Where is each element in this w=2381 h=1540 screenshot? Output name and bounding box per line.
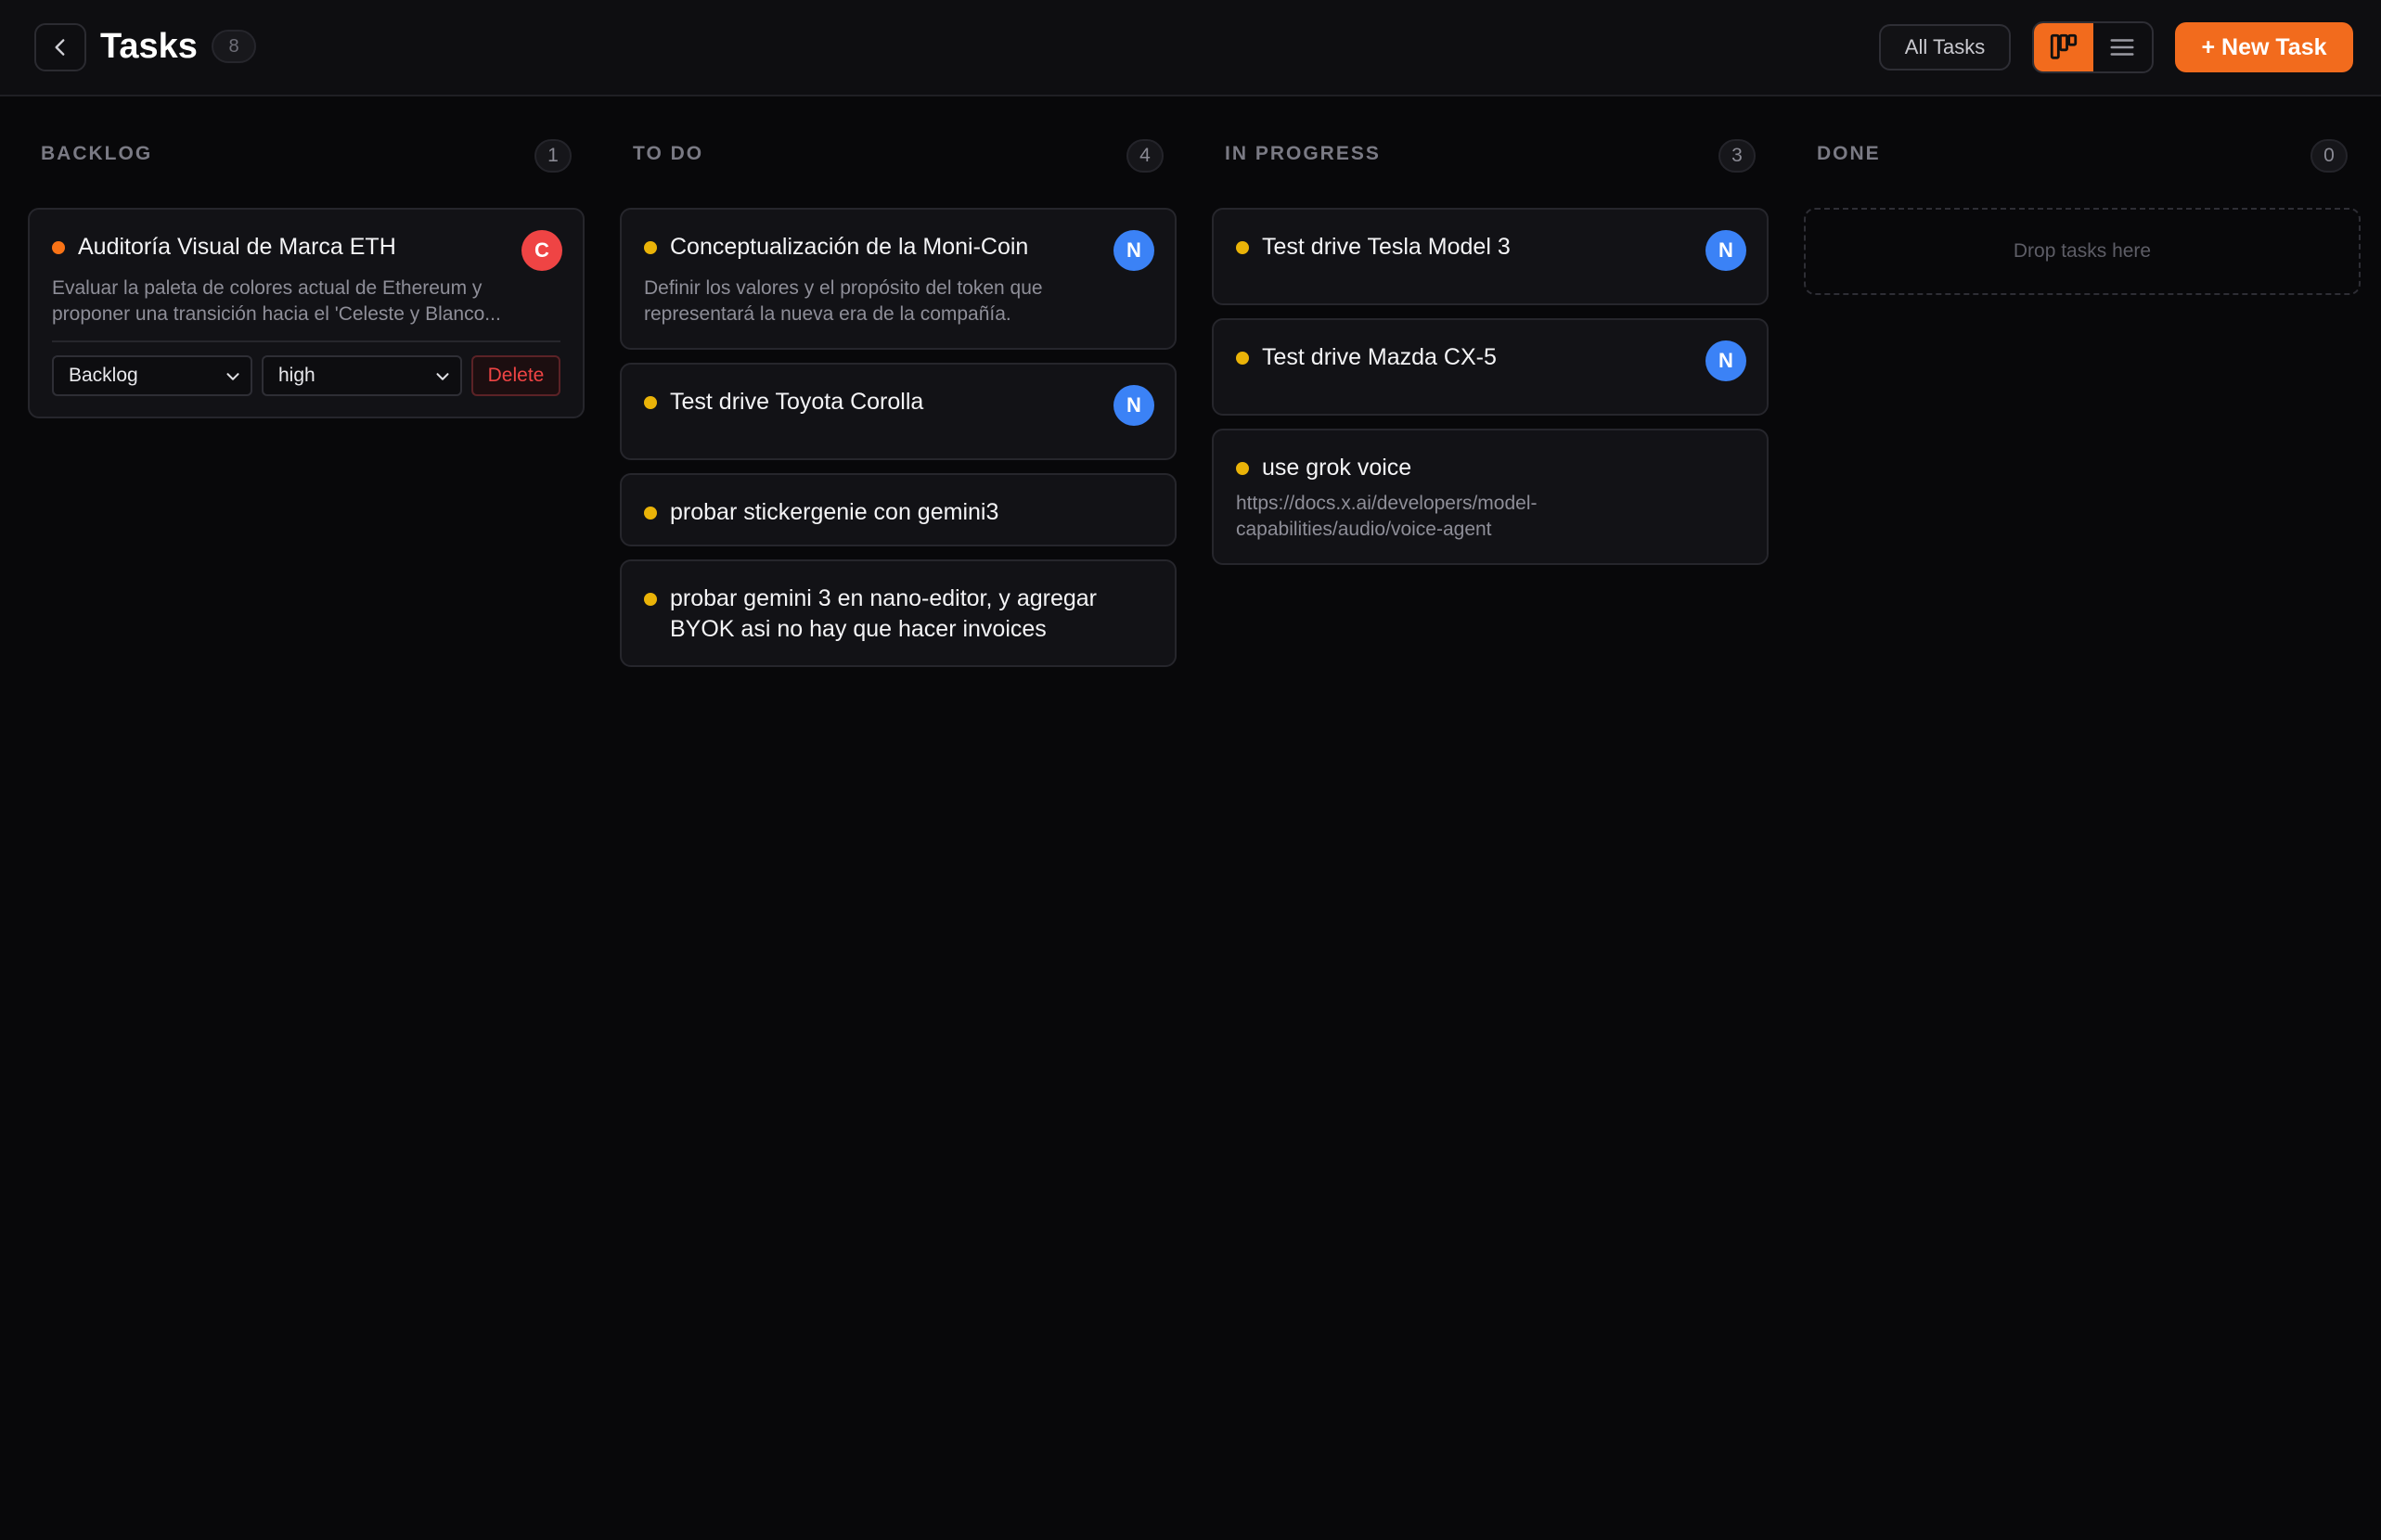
card-controls: Backlog high Delete xyxy=(52,355,560,396)
task-description-line: proponer una transición hacia el 'Celest… xyxy=(52,303,501,325)
task-card[interactable]: Auditoría Visual de Marca ETH C Evaluar … xyxy=(28,208,585,418)
column-count-badge: 0 xyxy=(2310,139,2348,173)
priority-select[interactable]: high xyxy=(262,355,462,396)
view-toggle xyxy=(2032,21,2154,73)
task-description: https://docs.x.ai/developers/model- capa… xyxy=(1236,491,1744,543)
task-description-line: https://docs.x.ai/developers/model- xyxy=(1236,493,1538,514)
column-header: BACKLOG 1 xyxy=(28,130,585,178)
task-card[interactable]: Test drive Mazda CX-5 N xyxy=(1212,318,1769,416)
avatar: C xyxy=(521,230,562,271)
task-title: probar gemini 3 en nano-editor, y agrega… xyxy=(670,584,1097,645)
all-tasks-button[interactable]: All Tasks xyxy=(1879,24,2011,71)
priority-select-value: high xyxy=(278,365,315,386)
column-count-badge: 3 xyxy=(1718,139,1756,173)
list-view-button[interactable] xyxy=(2093,23,2153,71)
task-card[interactable]: Conceptualización de la Moni-Coin N Defi… xyxy=(620,208,1177,350)
task-card[interactable]: probar stickergenie con gemini3 xyxy=(620,473,1177,546)
priority-dot xyxy=(1236,352,1249,365)
column-title: TO DO xyxy=(633,143,704,164)
priority-dot xyxy=(644,396,657,409)
column-title: DONE xyxy=(1817,143,1881,164)
avatar: N xyxy=(1705,230,1746,271)
priority-dot xyxy=(1236,241,1249,254)
card-list: Conceptualización de la Moni-Coin N Defi… xyxy=(620,208,1177,667)
drop-zone[interactable]: Drop tasks here xyxy=(1804,208,2361,295)
task-count-badge: 8 xyxy=(212,30,256,63)
task-title: Test drive Mazda CX-5 xyxy=(1262,344,1497,370)
avatar: N xyxy=(1705,340,1746,381)
top-bar: Tasks 8 All Tasks + New Task xyxy=(0,0,2381,96)
card-list: Test drive Tesla Model 3 N Test drive Ma… xyxy=(1212,208,1769,565)
status-select-value: Backlog xyxy=(69,365,138,386)
avatar: N xyxy=(1113,230,1154,271)
task-title-line: BYOK asi no hay que hacer invoices xyxy=(670,616,1047,642)
priority-dot xyxy=(644,593,657,606)
chevron-down-icon xyxy=(226,373,239,380)
task-title: Test drive Tesla Model 3 xyxy=(1262,234,1511,260)
delete-button[interactable]: Delete xyxy=(471,355,560,396)
back-button[interactable] xyxy=(34,23,86,71)
column-header: TO DO 4 xyxy=(620,130,1177,178)
column-todo: TO DO 4 Conceptualización de la Moni-Coi… xyxy=(620,130,1177,680)
kanban-icon xyxy=(2050,33,2077,59)
column-title: BACKLOG xyxy=(41,143,153,164)
task-description-line: representará la nueva era de la compañía… xyxy=(644,303,1011,325)
card-divider xyxy=(52,340,560,342)
column-done: DONE 0 Drop tasks here xyxy=(1804,130,2361,295)
task-card[interactable]: probar gemini 3 en nano-editor, y agrega… xyxy=(620,559,1177,667)
new-task-button[interactable]: + New Task xyxy=(2175,22,2353,72)
column-count-badge: 4 xyxy=(1126,139,1164,173)
column-title: IN PROGRESS xyxy=(1225,143,1381,164)
task-title: use grok voice xyxy=(1262,455,1412,481)
task-title: Test drive Toyota Corolla xyxy=(670,389,924,415)
chevron-left-icon xyxy=(55,39,65,56)
task-description-line: Evaluar la paleta de colores actual de E… xyxy=(52,277,483,299)
page-title: Tasks xyxy=(100,27,198,66)
task-title: probar stickergenie con gemini3 xyxy=(670,499,999,525)
task-card[interactable]: use grok voice https://docs.x.ai/develop… xyxy=(1212,429,1769,565)
column-header: IN PROGRESS 3 xyxy=(1212,130,1769,178)
column-backlog: BACKLOG 1 Auditoría Visual de Marca ETH … xyxy=(28,130,585,431)
task-description: Definir los valores y el propósito del t… xyxy=(644,276,1152,327)
column-header: DONE 0 xyxy=(1804,130,2361,178)
priority-dot xyxy=(644,507,657,520)
task-description-line: capabilities/audio/voice-agent xyxy=(1236,519,1492,540)
task-card[interactable]: Test drive Tesla Model 3 N xyxy=(1212,208,1769,305)
priority-dot xyxy=(1236,462,1249,475)
task-description: Evaluar la paleta de colores actual de E… xyxy=(52,276,560,327)
card-list: Drop tasks here xyxy=(1804,208,2361,295)
column-count-badge: 1 xyxy=(534,139,572,173)
task-card[interactable]: Test drive Toyota Corolla N xyxy=(620,363,1177,460)
task-title-line: probar gemini 3 en nano-editor, y agrega… xyxy=(670,585,1098,611)
column-in-progress: IN PROGRESS 3 Test drive Tesla Model 3 N… xyxy=(1212,130,1769,578)
list-icon xyxy=(2110,39,2134,56)
task-description-line: Definir los valores y el propósito del t… xyxy=(644,277,1043,299)
status-select[interactable]: Backlog xyxy=(52,355,252,396)
priority-dot xyxy=(52,241,65,254)
chevron-down-icon xyxy=(436,373,449,380)
board-view-button[interactable] xyxy=(2034,23,2093,71)
task-title: Auditoría Visual de Marca ETH xyxy=(78,234,396,260)
avatar: N xyxy=(1113,385,1154,426)
card-list: Auditoría Visual de Marca ETH C Evaluar … xyxy=(28,208,585,418)
task-title: Conceptualización de la Moni-Coin xyxy=(670,234,1029,260)
priority-dot xyxy=(644,241,657,254)
